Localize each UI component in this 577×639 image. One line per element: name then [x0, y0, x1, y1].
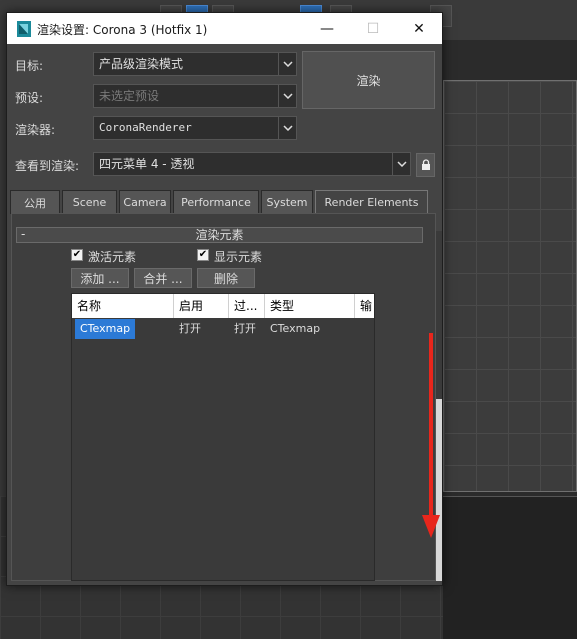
active-elements-label: 激活元素	[88, 250, 137, 264]
elements-list[interactable]: 名称 启用 过... 类型 输 CTexmap 打开 打开 CTexmap	[71, 293, 375, 581]
renderer-dropdown[interactable]: CoronaRenderer	[93, 116, 297, 140]
chevron-down-icon	[278, 85, 296, 107]
maximize-button[interactable]: ☐	[350, 13, 396, 44]
tab-camera[interactable]: Camera	[119, 190, 171, 214]
tab-render-elements[interactable]: Render Elements	[315, 190, 428, 214]
lock-button[interactable]	[416, 153, 435, 177]
rollout-title: 渲染元素	[195, 228, 244, 242]
column-enabled[interactable]: 启用	[174, 294, 229, 318]
display-elements-label: 显示元素	[214, 250, 263, 264]
view-value: 四元菜单 4 - 透视	[99, 157, 195, 171]
minimize-button[interactable]: —	[304, 13, 350, 44]
tab-common[interactable]: 公用	[10, 190, 60, 214]
viewport-grid[interactable]	[443, 80, 577, 492]
element-type: CTexmap	[270, 322, 321, 335]
add-button[interactable]: 添加 ...	[71, 268, 129, 288]
tab-system[interactable]: System	[261, 190, 313, 214]
element-enabled[interactable]: 打开	[174, 319, 201, 339]
column-filter[interactable]: 过...	[229, 294, 265, 318]
chevron-down-icon	[392, 153, 410, 175]
rollout-header[interactable]: 渲染元素 -	[16, 227, 423, 243]
renderer-label: 渲染器:	[15, 123, 56, 137]
column-name[interactable]: 名称	[72, 294, 174, 318]
title-bar[interactable]: 渲染设置: Corona 3 (Hotfix 1) — ☐ ✕	[7, 13, 442, 44]
active-elements-checkbox[interactable]: ✔	[71, 249, 83, 261]
renderer-value: CoronaRenderer	[99, 121, 192, 134]
viewport-bottom-right[interactable]	[443, 496, 577, 639]
preset-dropdown[interactable]: 未选定预设	[93, 84, 297, 108]
element-name[interactable]: CTexmap	[75, 319, 136, 339]
column-type[interactable]: 类型	[265, 294, 355, 318]
merge-button[interactable]: 合并 ...	[134, 268, 192, 288]
preset-value: 未选定预设	[99, 89, 160, 103]
render-button[interactable]: 渲染	[302, 51, 435, 109]
chevron-down-icon	[278, 53, 296, 75]
lock-icon	[421, 159, 430, 170]
close-button[interactable]: ✕	[396, 13, 442, 44]
preset-label: 预设:	[15, 91, 44, 105]
collapse-icon: -	[21, 227, 26, 241]
red-down-arrow	[422, 333, 440, 538]
column-output[interactable]: 输	[355, 294, 374, 318]
display-elements-checkbox[interactable]: ✔	[197, 249, 209, 261]
window-title: 渲染设置: Corona 3 (Hotfix 1)	[37, 23, 208, 37]
delete-button[interactable]: 删除	[197, 268, 255, 288]
chevron-down-icon	[278, 117, 296, 139]
tab-performance[interactable]: Performance	[173, 190, 259, 214]
target-dropdown[interactable]: 产品级渲染模式	[93, 52, 297, 76]
element-filter[interactable]: 打开	[229, 319, 256, 339]
tab-scene[interactable]: Scene	[62, 190, 117, 214]
target-value: 产品级渲染模式	[99, 57, 184, 71]
list-item[interactable]: CTexmap 打开 打开 CTexmap	[72, 319, 374, 339]
3dsmax-icon	[17, 21, 31, 37]
view-dropdown[interactable]: 四元菜单 4 - 透视	[93, 152, 411, 176]
render-setup-dialog: 渲染设置: Corona 3 (Hotfix 1) — ☐ ✕ 目标: 产品级渲…	[6, 12, 443, 586]
list-header: 名称 启用 过... 类型 输	[72, 294, 374, 318]
target-label: 目标:	[15, 59, 44, 73]
view-label: 查看到渲染:	[15, 159, 80, 173]
